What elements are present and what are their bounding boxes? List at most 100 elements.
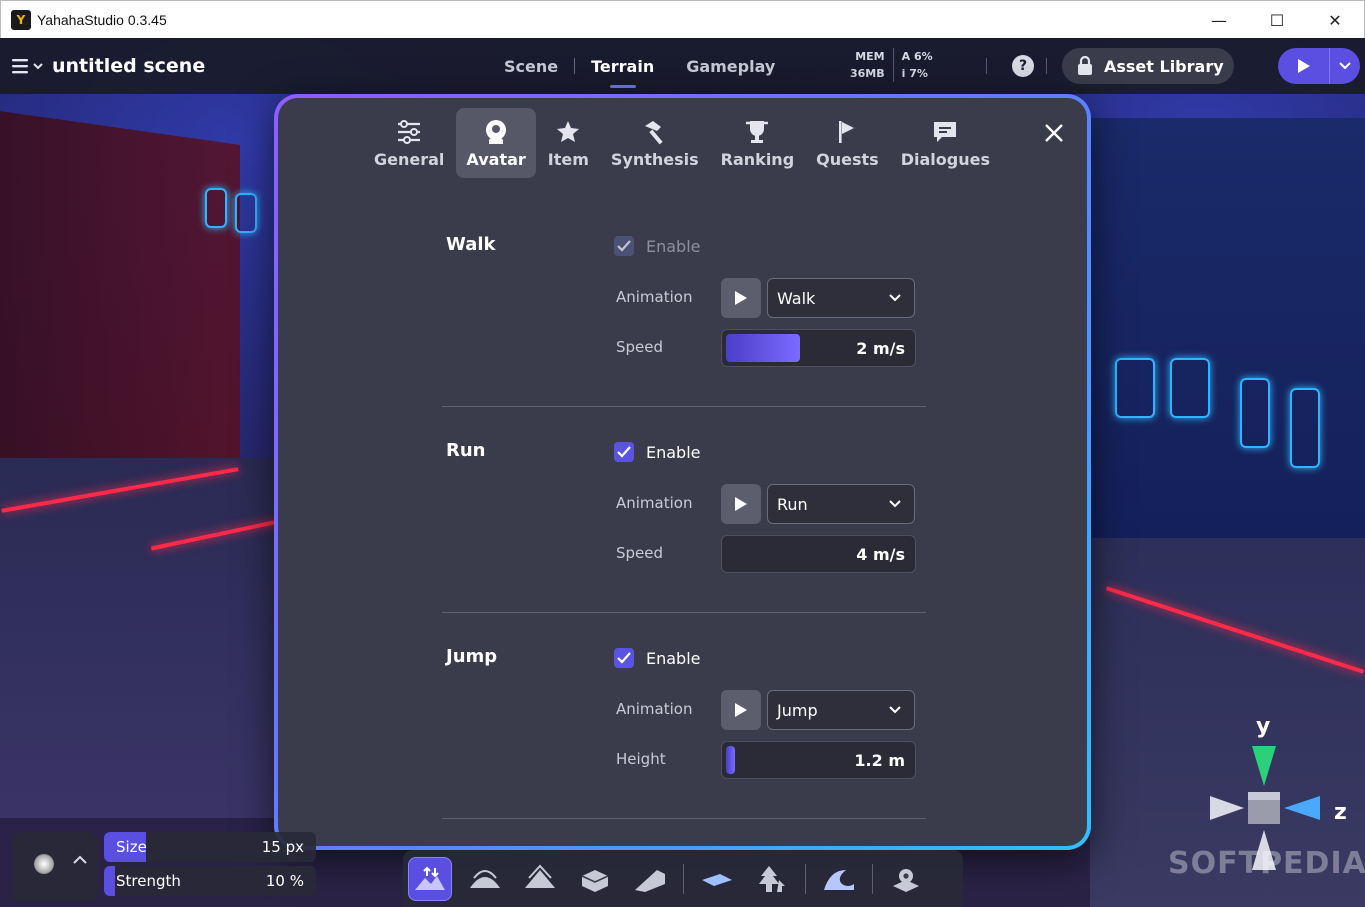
tab-avatar-label: Avatar	[466, 149, 526, 169]
tab-scene[interactable]: Scene	[488, 38, 574, 94]
cpu-stat: A 6% i 7%	[894, 48, 933, 82]
play-control	[1278, 48, 1360, 84]
close-window-button[interactable]: ✕	[1306, 1, 1364, 39]
help-button[interactable]: ?	[1012, 55, 1034, 77]
size-value: 15 px	[261, 838, 304, 856]
param-slider[interactable]: 1.2 m	[721, 741, 916, 779]
tab-avatar[interactable]: Avatar	[456, 108, 536, 178]
neon-panel	[1170, 358, 1210, 418]
chevron-down-icon	[889, 294, 901, 302]
terrain-settings-tool[interactable]	[884, 857, 928, 901]
trophy-icon	[746, 120, 769, 143]
strength-slider[interactable]: Strength 10 %	[104, 866, 316, 896]
tool-separator	[805, 863, 806, 894]
paint-tool[interactable]	[695, 857, 739, 901]
animation-select[interactable]: Jump	[767, 690, 915, 730]
enable-label: Enable	[646, 236, 701, 256]
smooth-tool[interactable]	[463, 857, 507, 901]
neon-panel	[1290, 388, 1320, 468]
chevron-up-icon[interactable]	[72, 854, 88, 866]
brush-preview[interactable]	[12, 832, 98, 902]
play-icon	[735, 291, 747, 305]
enable-checkbox	[614, 236, 634, 256]
tree-icon	[759, 865, 785, 892]
slope-tool[interactable]	[628, 857, 672, 901]
neon-panel	[235, 193, 257, 233]
animation-label: Animation	[616, 494, 693, 512]
animation-select[interactable]: Walk	[767, 278, 915, 318]
enable-toggle: Enable	[614, 236, 701, 256]
avatar-icon	[486, 119, 507, 144]
preview-animation-button[interactable]	[721, 690, 761, 730]
mem-stat: MEM 36MB	[850, 48, 894, 82]
size-slider[interactable]: Size 15 px	[104, 832, 316, 862]
enable-label: Enable	[646, 648, 701, 668]
strength-slider-fill	[104, 866, 115, 896]
strength-label: Strength	[116, 872, 181, 890]
tab-dialogues[interactable]: Dialogues	[891, 108, 1000, 178]
param-label: Speed	[616, 338, 664, 356]
animation-label: Animation	[616, 288, 693, 306]
enable-checkbox[interactable]	[614, 648, 634, 668]
param-slider[interactable]: 2 m/s	[721, 329, 916, 367]
vegetation-tool[interactable]	[750, 857, 794, 901]
check-icon	[617, 240, 631, 252]
minimize-button[interactable]: —	[1190, 1, 1248, 39]
lock-icon	[1078, 56, 1092, 75]
tab-general-label: General	[374, 149, 445, 169]
a-value: 6%	[914, 50, 933, 63]
app-logo-icon: Y	[11, 9, 31, 30]
water-tool[interactable]	[817, 857, 861, 901]
tab-dialogues-label: Dialogues	[900, 149, 990, 169]
play-icon	[735, 703, 747, 717]
play-button[interactable]	[1278, 48, 1330, 84]
neon-panel	[1115, 358, 1155, 418]
sliders-icon	[398, 119, 421, 144]
param-slider[interactable]: 4 m/s	[721, 535, 916, 573]
enable-toggle[interactable]: Enable	[614, 442, 701, 462]
raise-lower-tool[interactable]	[408, 856, 452, 901]
param-value: 1.2 m	[854, 751, 905, 770]
enable-toggle[interactable]: Enable	[614, 648, 701, 668]
tab-general[interactable]: General	[364, 108, 454, 178]
tab-quests[interactable]: Quests	[806, 108, 889, 178]
hamburger-icon	[12, 59, 43, 74]
section-jump: Jump Enable Animation Jump Height 1.2 m	[442, 640, 930, 840]
paint-terrain-icon	[702, 873, 732, 886]
scene-floor-left	[0, 458, 300, 818]
param-value: 4 m/s	[856, 545, 905, 564]
sharpen-tool[interactable]	[518, 857, 562, 901]
wave-icon	[824, 869, 854, 890]
window-title: YahahaStudio 0.3.45	[37, 11, 167, 28]
tab-ranking[interactable]: Ranking	[711, 108, 804, 178]
mem-value: 36MB	[850, 67, 885, 80]
tab-ranking-label: Ranking	[720, 149, 795, 169]
tab-item[interactable]: Item	[538, 108, 599, 178]
maximize-button[interactable]: ☐	[1248, 1, 1306, 39]
tool-separator	[683, 863, 684, 894]
raise-terrain-icon	[415, 866, 445, 890]
item-icon	[557, 120, 580, 142]
tab-terrain[interactable]: Terrain	[575, 38, 670, 94]
enable-label: Enable	[646, 442, 701, 462]
play-icon	[1297, 59, 1310, 73]
section-title: Walk	[446, 234, 496, 255]
a-label: A	[901, 50, 911, 63]
tab-gameplay[interactable]: Gameplay	[670, 38, 791, 94]
enable-checkbox[interactable]	[614, 442, 634, 462]
tab-synthesis[interactable]: Synthesis	[601, 108, 709, 178]
main-menu-button[interactable]	[6, 38, 50, 94]
param-slider-fill	[726, 334, 800, 362]
asset-library-button[interactable]: Asset Library	[1062, 48, 1234, 84]
preview-animation-button[interactable]	[721, 484, 761, 524]
param-slider-fill	[726, 746, 736, 774]
param-label: Height	[616, 750, 666, 768]
preview-animation-button[interactable]	[721, 278, 761, 318]
scene-title[interactable]: untitled scene	[52, 55, 205, 77]
close-dialog-icon[interactable]	[1041, 120, 1067, 146]
animation-select[interactable]: Run	[767, 484, 915, 524]
flatten-tool[interactable]	[573, 857, 617, 901]
tab-item-label: Item	[547, 149, 589, 169]
dialog-body: General Avatar Item Synthesis Ranking Qu…	[278, 98, 1087, 846]
play-options-button[interactable]	[1330, 48, 1360, 84]
